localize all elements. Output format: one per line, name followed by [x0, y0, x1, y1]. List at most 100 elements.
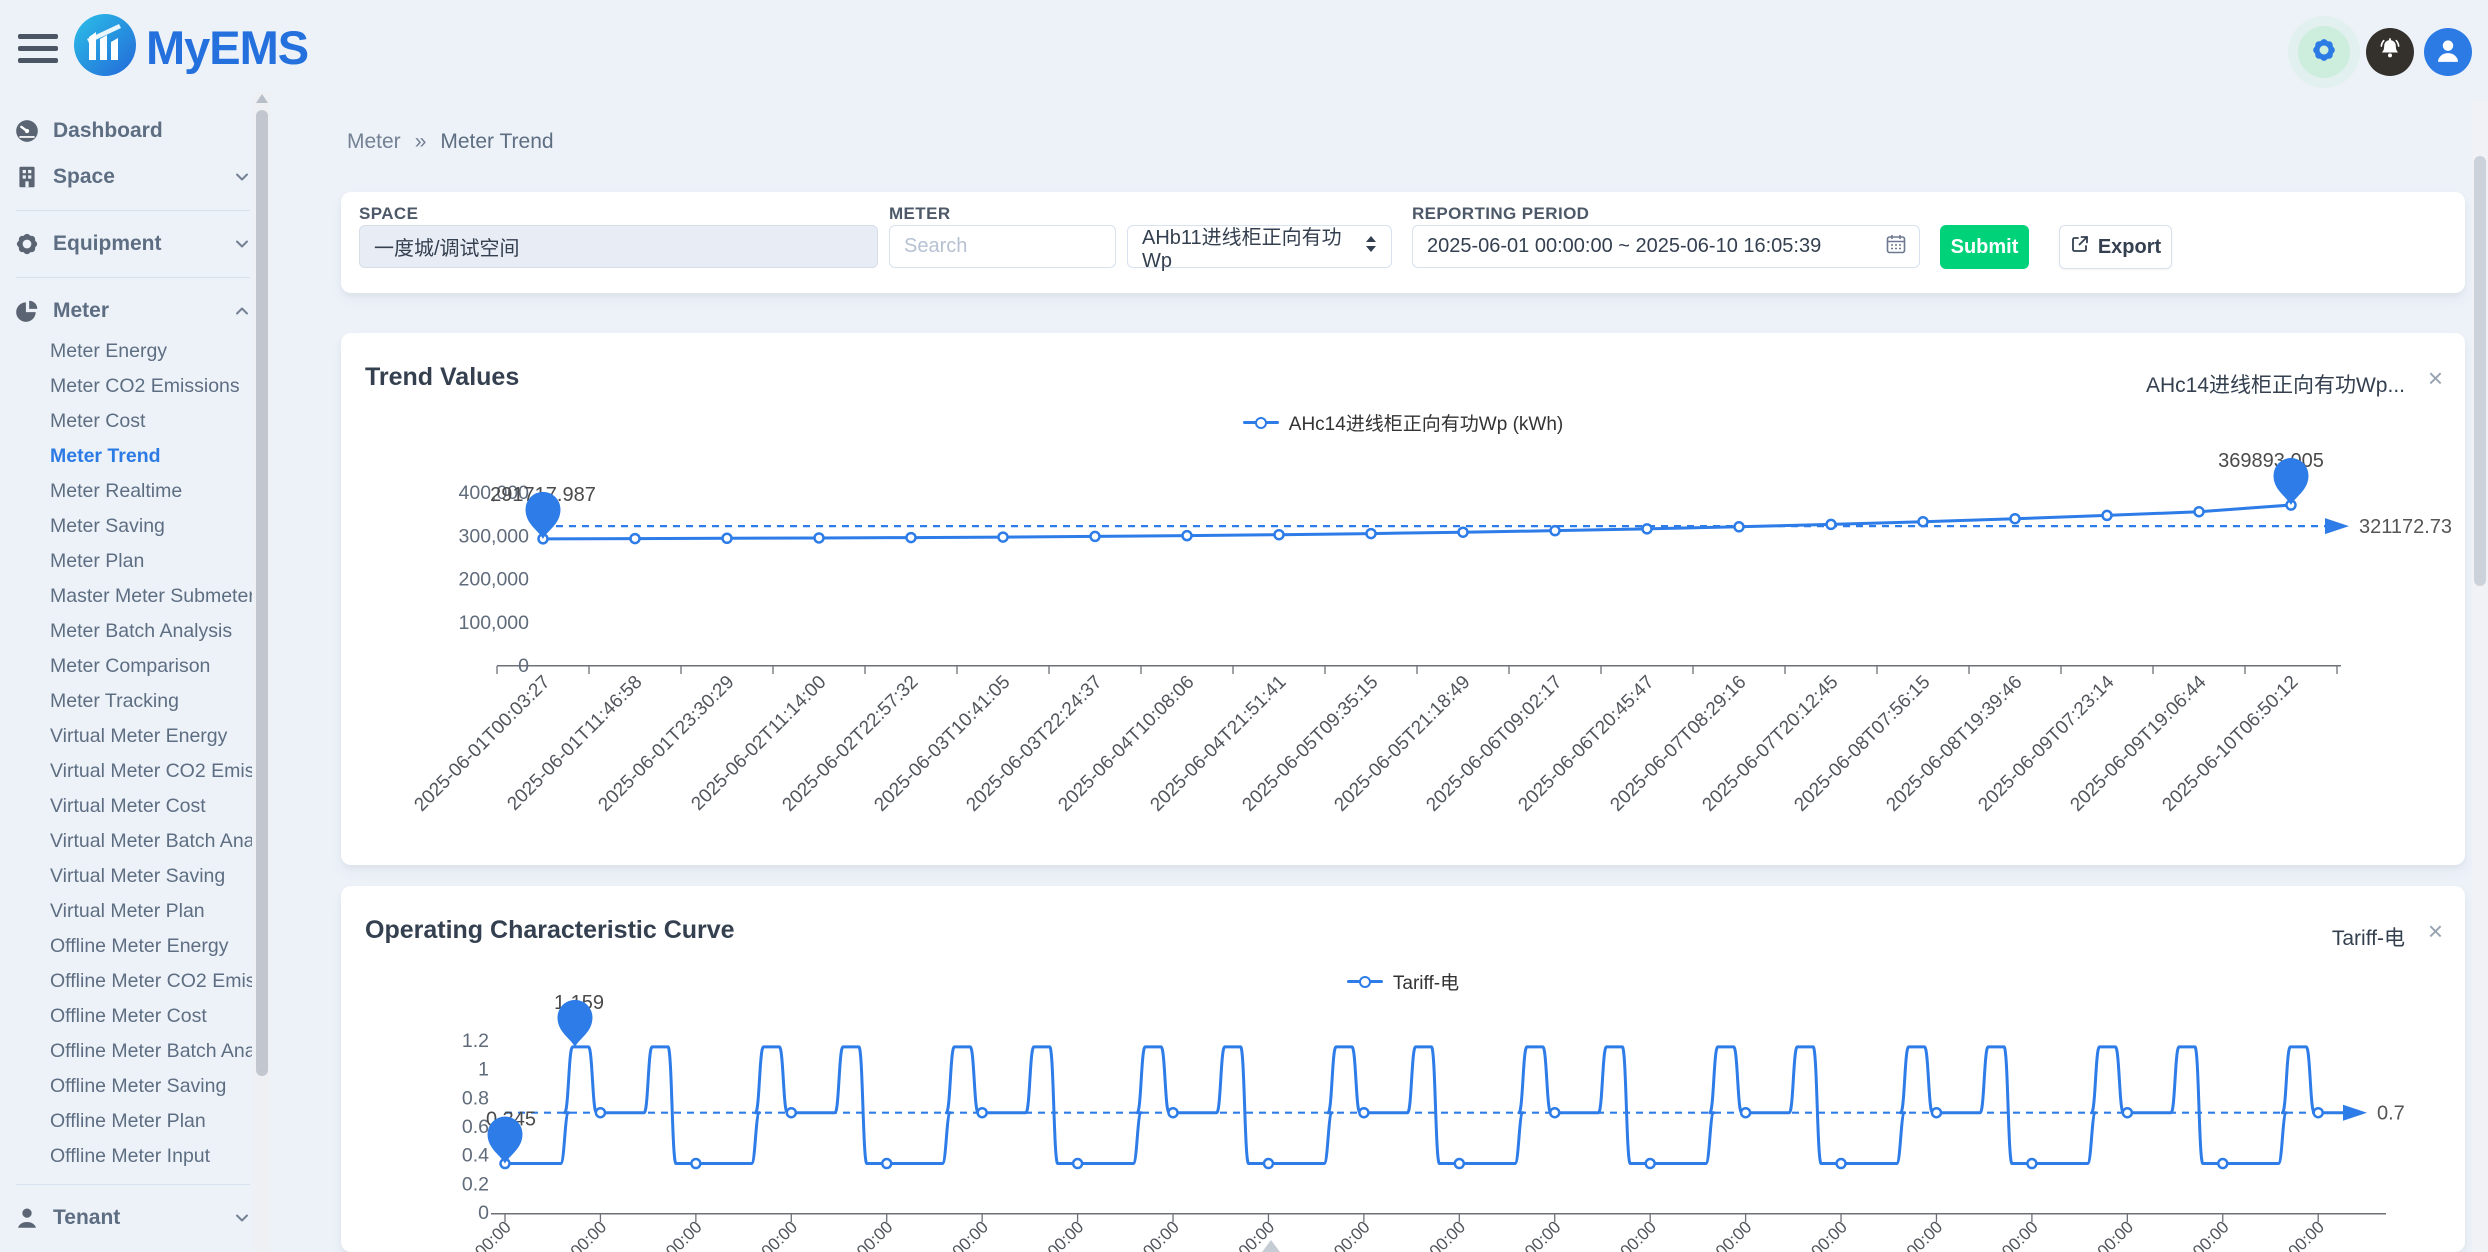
sidebar-item-virtual-meter-plan[interactable]: Virtual Meter Plan	[14, 894, 252, 929]
sidebar-divider	[16, 277, 250, 278]
occ-series-badge: Tariff-电	[2332, 922, 2405, 952]
reporting-period-value: 2025-06-01 00:00:00 ~ 2025-06-10 16:05:3…	[1427, 235, 1821, 258]
sidebar-section-dashboard[interactable]: Dashboard	[14, 108, 252, 154]
building-icon	[14, 164, 40, 190]
svg-text:12:00:00: 12:00:00	[550, 1217, 610, 1252]
sidebar-item-offline-meter-cost[interactable]: Offline Meter Cost	[14, 999, 252, 1034]
gear-icon	[2309, 35, 2339, 70]
svg-text:100,000: 100,000	[459, 612, 530, 634]
sidebar-item-virtual-meter-batch-analysis[interactable]: Virtual Meter Batch Analysis	[14, 824, 252, 859]
sidebar-item-offline-meter-energy[interactable]: Offline Meter Energy	[14, 929, 252, 964]
sidebar-item-virtual-meter-cost[interactable]: Virtual Meter Cost	[14, 789, 252, 824]
close-icon[interactable]: ×	[2428, 365, 2443, 391]
sidebar-item-meter-saving[interactable]: Meter Saving	[14, 509, 252, 544]
chevron-up-icon	[232, 301, 252, 321]
svg-text:321172.73: 321172.73	[2359, 516, 2452, 538]
sidebar-item-offline-meter-batch-analysis[interactable]: Offline Meter Batch Analysis	[14, 1034, 252, 1069]
occ-chart-canvas[interactable]: 00:00:00 12:00:00 00:00:00 12:00:00 00:00:00…	[341, 986, 2465, 1252]
trend-series-badge: AHc14进线柜正向有功Wp...	[2146, 369, 2405, 399]
sidebar-item-meter-energy[interactable]: Meter Energy	[14, 334, 252, 369]
sidebar-item-offline-meter-plan[interactable]: Offline Meter Plan	[14, 1104, 252, 1139]
sidebar-section-label: Dashboard	[53, 119, 163, 143]
svg-text:1: 1	[478, 1059, 489, 1081]
sidebar-section-space[interactable]: Space	[14, 154, 252, 200]
space-label: SPACE	[359, 204, 418, 224]
sidebar-item-meter-comparison[interactable]: Meter Comparison	[14, 649, 252, 684]
app-logo[interactable]: MyEMS	[74, 14, 308, 81]
gauge-icon	[14, 118, 40, 144]
svg-text:12:00:00: 12:00:00	[2268, 1217, 2328, 1252]
reporting-period-input[interactable]: 2025-06-01 00:00:00 ~ 2025-06-10 16:05:3…	[1412, 225, 1920, 268]
close-icon[interactable]: ×	[2428, 918, 2443, 944]
logo-mark-icon	[74, 14, 136, 81]
page-scrollbar-thumb[interactable]	[2474, 156, 2486, 586]
trend-values-card: Trend Values AHc14进线柜正向有功Wp... × AHc14进线…	[341, 333, 2465, 865]
sidebar-item-meter-co2-emissions[interactable]: Meter CO2 Emissions	[14, 369, 252, 404]
topbar-actions	[2298, 26, 2472, 78]
sidebar-divider	[16, 210, 250, 211]
svg-text:0: 0	[478, 1202, 489, 1224]
submit-button[interactable]: Submit	[1940, 225, 2029, 269]
sidebar-item-meter-batch-analysis[interactable]: Meter Batch Analysis	[14, 614, 252, 649]
sidebar-item-meter-realtime[interactable]: Meter Realtime	[14, 474, 252, 509]
svg-text:0.6: 0.6	[462, 1116, 489, 1138]
sidebar-section-label: Tenant	[53, 1206, 120, 1230]
reporting-period-label: REPORTING PERIOD	[1412, 204, 1589, 224]
chevron-down-icon	[232, 167, 252, 187]
topbar: MyEMS	[0, 0, 2488, 100]
meter-search-input[interactable]	[889, 225, 1116, 268]
settings-button[interactable]	[2298, 26, 2350, 78]
sidebar-section-label: Meter	[53, 299, 109, 323]
breadcrumb-parent[interactable]: Meter	[347, 130, 401, 192]
svg-text:00:00:00: 00:00:00	[1409, 1217, 1469, 1252]
brand-name: MyEMS	[146, 20, 308, 75]
sidebar-section-tenant[interactable]: Tenant	[14, 1195, 252, 1241]
sidebar-item-offline-meter-saving[interactable]: Offline Meter Saving	[14, 1069, 252, 1104]
occ-card-title: Operating Characteristic Curve	[365, 916, 735, 945]
sidebar-item-offline-meter-input[interactable]: Offline Meter Input	[14, 1139, 252, 1174]
notifications-button[interactable]	[2366, 28, 2414, 76]
svg-text:00:00:00: 00:00:00	[1981, 1217, 2041, 1252]
svg-text:12:00:00: 12:00:00	[1886, 1217, 1946, 1252]
filter-panel: SPACE METER AHb11进线柜正向有功Wp REPORTING PER…	[341, 192, 2465, 293]
sidebar-item-master-meter-submeters-balance[interactable]: Master Meter Submeters Balance	[14, 579, 252, 614]
svg-text:0: 0	[518, 655, 529, 677]
svg-text:300,000: 300,000	[459, 525, 530, 547]
hamburger-menu-icon[interactable]	[18, 34, 62, 68]
calendar-icon[interactable]	[1885, 233, 1907, 261]
sidebar-section-equipment[interactable]: Equipment	[14, 221, 252, 267]
sidebar-item-offline-meter-co2-emissions[interactable]: Offline Meter CO2 Emissions	[14, 964, 252, 999]
sidebar-item-meter-cost[interactable]: Meter Cost	[14, 404, 252, 439]
chevron-down-icon	[232, 1208, 252, 1228]
bell-icon	[2376, 36, 2404, 69]
breadcrumb-separator: »	[415, 130, 427, 192]
export-button[interactable]: Export	[2059, 225, 2172, 269]
sidebar-item-virtual-meter-energy[interactable]: Virtual Meter Energy	[14, 719, 252, 754]
breadcrumb: Meter » Meter Trend	[341, 100, 2465, 192]
svg-text:12:00:00: 12:00:00	[2077, 1217, 2137, 1252]
sidebar-item-virtual-meter-saving[interactable]: Virtual Meter Saving	[14, 859, 252, 894]
pie-chart-icon	[14, 298, 40, 324]
space-input[interactable]	[359, 225, 878, 268]
meter-select-value: AHb11进线柜正向有功Wp	[1142, 221, 1363, 273]
sidebar-scrollbar[interactable]	[254, 92, 270, 1252]
sidebar-item-virtual-meter-co2-emissions[interactable]: Virtual Meter CO2 Emissions	[14, 754, 252, 789]
svg-text:1.2: 1.2	[462, 1030, 489, 1052]
user-avatar-button[interactable]	[2424, 28, 2472, 76]
sidebar-item-meter-trend[interactable]: Meter Trend	[14, 439, 252, 474]
trend-chart-canvas[interactable]: 0100,000200,000300,000400,0002025-06-01T…	[341, 428, 2465, 865]
svg-text:12:00:00: 12:00:00	[932, 1217, 992, 1252]
page-scrollbar[interactable]	[2472, 100, 2488, 1252]
svg-text:00:00:00: 00:00:00	[1600, 1217, 1660, 1252]
sidebar-section-meter[interactable]: Meter	[14, 288, 252, 334]
meter-select[interactable]: AHb11进线柜正向有功Wp	[1127, 225, 1392, 268]
scroll-up-icon[interactable]	[256, 94, 268, 103]
meter-label: METER	[889, 204, 951, 224]
svg-text:12:00:00: 12:00:00	[1504, 1217, 1564, 1252]
sidebar-scrollbar-thumb[interactable]	[256, 110, 268, 1076]
scroll-hint-icon[interactable]	[1262, 1240, 1280, 1252]
sidebar-item-meter-tracking[interactable]: Meter Tracking	[14, 684, 252, 719]
main-content: Meter » Meter Trend SPACE METER AHb11进线柜…	[341, 100, 2465, 1252]
svg-text:12:00:00: 12:00:00	[1695, 1217, 1755, 1252]
sidebar-item-meter-plan[interactable]: Meter Plan	[14, 544, 252, 579]
